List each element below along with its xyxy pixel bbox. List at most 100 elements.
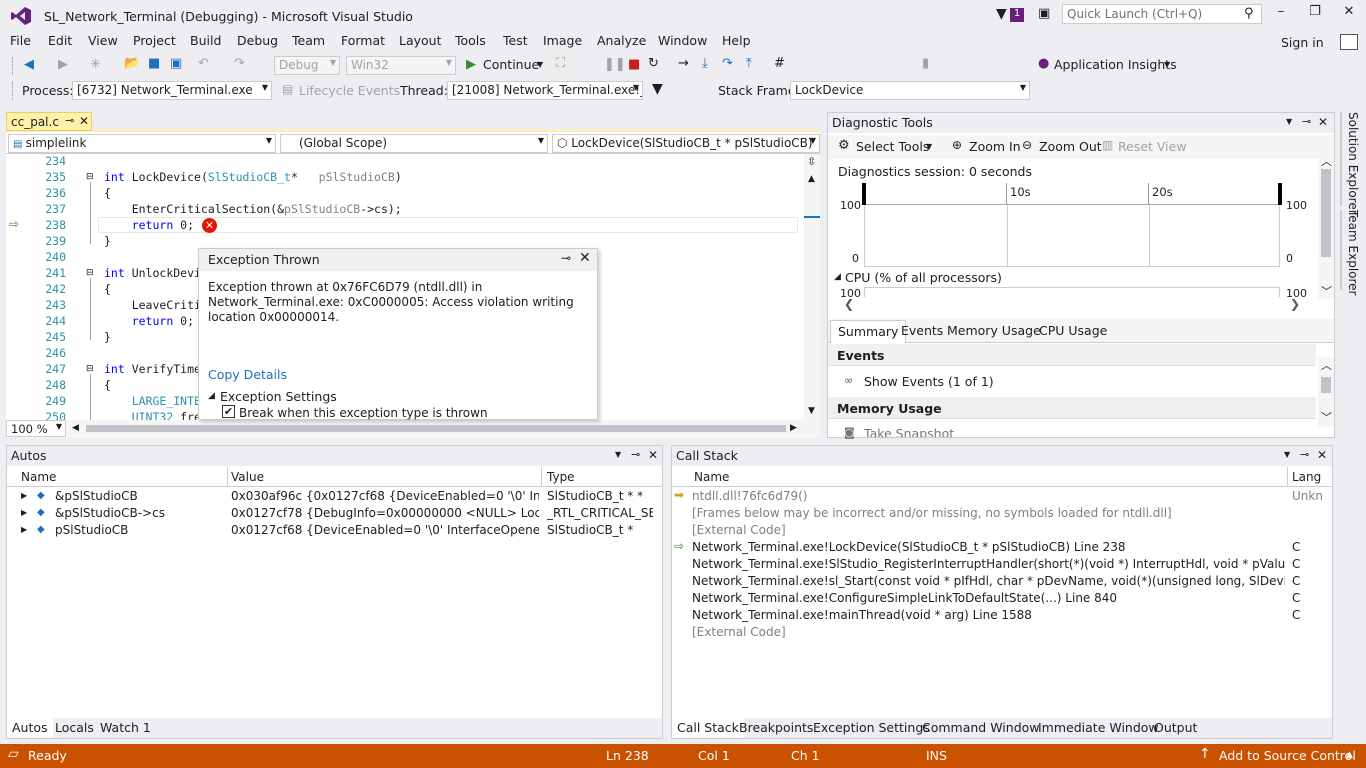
thread-filter-icon[interactable]: ▼ [652, 81, 663, 97]
variable-value[interactable]: 0x030af96c {0x0127cf68 {DeviceEnabled=0 … [231, 489, 539, 503]
close-icon[interactable]: ✕ [1317, 448, 1327, 462]
continue-dropdown-icon[interactable]: ▼ [537, 60, 543, 69]
expand-arrow-icon[interactable]: ▶ [21, 525, 27, 534]
break-checkbox[interactable]: ✔ [222, 405, 235, 418]
feedback-icon[interactable]: ▣ [1038, 6, 1050, 21]
menu-analyze[interactable]: Analyze [597, 33, 646, 48]
horizontal-scroll-thumb[interactable] [86, 425, 786, 432]
lifecycle-events-button[interactable]: Lifecycle Events [299, 83, 400, 98]
notification-badge[interactable]: 1 [1010, 8, 1024, 22]
scroll-up-icon[interactable]: ▲ [808, 174, 815, 184]
tab-call-stack[interactable]: Call Stack [672, 718, 744, 738]
call-stack-frame[interactable]: Network_Terminal.exe!mainThread(void * a… [672, 607, 1332, 624]
scroll-up-icon[interactable]: ︿ [1321, 357, 1332, 373]
tab-breakpoints[interactable]: Breakpoints [739, 720, 813, 735]
call-stack-frame[interactable]: [Frames below may be incorrect and/or mi… [672, 505, 1332, 522]
copy-details-link[interactable]: Copy Details [208, 367, 287, 382]
diag-top-scrollbar[interactable]: ︿ ﹀ [1318, 153, 1334, 299]
call-stack-frame[interactable]: Network_Terminal.exe!sl_Start(const void… [672, 573, 1332, 590]
call-stack-frame[interactable]: Network_Terminal.exe!ConfigureSimpleLink… [672, 590, 1332, 607]
pin-icon[interactable]: ⊸ [631, 448, 640, 461]
close-icon[interactable]: ✕ [579, 250, 591, 266]
timeline-scroll-left-icon[interactable]: ❮ [844, 297, 854, 311]
document-tab[interactable]: cc_pal.c ⊸ ✕ [6, 112, 92, 131]
call-stack-frame[interactable]: Network_Terminal.exe!SlStudio_RegisterIn… [672, 556, 1332, 573]
panel-menu-icon[interactable]: ▼ [615, 450, 621, 459]
scroll-thumb[interactable] [1321, 377, 1331, 393]
scroll-thumb[interactable] [1321, 169, 1331, 257]
quick-launch-input[interactable]: Quick Launch (Ctrl+Q) [1062, 4, 1262, 24]
scroll-right-icon[interactable]: ▶ [790, 423, 797, 433]
menu-edit[interactable]: Edit [48, 33, 72, 48]
menu-layout[interactable]: Layout [399, 33, 442, 48]
team-explorer-side-tab[interactable]: Team Explorer [1340, 210, 1360, 296]
restart-icon[interactable]: ↻ [648, 56, 659, 71]
column-type[interactable]: Type [547, 470, 575, 484]
call-stack-frame[interactable]: [External Code] [672, 624, 1332, 641]
scroll-left-icon[interactable]: ◀ [72, 423, 79, 433]
scroll-down-icon[interactable]: ▼ [808, 406, 815, 416]
bookmark-icon[interactable]: ▮ [922, 56, 929, 71]
project-select[interactable]: ▤ simplelink ▼ [8, 134, 276, 153]
collapse-icon[interactable]: ⊟ [86, 268, 94, 278]
process-select[interactable]: [6732] Network_Terminal.exe ▼ [72, 81, 272, 100]
redo-icon[interactable]: ↷ [234, 56, 245, 71]
break-all-icon[interactable]: ❚❚ [604, 57, 626, 72]
chevron-up-icon[interactable]: ▲ [1346, 750, 1353, 760]
autos-row[interactable]: ▶ ◆ &pSlStudioCB 0x030af96c {0x0127cf68 {De… [7, 488, 662, 505]
tab-exception-settings[interactable]: Exception Settings [813, 720, 930, 735]
diag-bottom-scrollbar[interactable]: ︿ ﹀ [1318, 357, 1334, 427]
lifecycle-icon[interactable]: ▤ [282, 82, 293, 96]
tab-output[interactable]: Output [1154, 720, 1197, 735]
tab-command-window[interactable]: Command Window [922, 720, 1040, 735]
column-language[interactable]: Lang [1292, 470, 1330, 484]
take-snapshot-button[interactable]: Take Snapshot [864, 426, 954, 437]
account-icon[interactable] [1340, 34, 1358, 50]
expand-arrow-icon[interactable]: ▶ [21, 508, 27, 517]
call-stack-frame[interactable]: [External Code] [672, 522, 1332, 539]
application-insights-button[interactable]: Application Insights [1054, 57, 1177, 72]
back-icon[interactable]: ◀ [24, 57, 34, 72]
app-insights-dropdown-icon[interactable]: ▼ [1164, 60, 1170, 69]
pin-icon[interactable]: ⊸ [1302, 115, 1311, 128]
collapse-icon[interactable]: ⊟ [86, 172, 94, 182]
zoom-in-button[interactable]: Zoom In [969, 139, 1021, 154]
call-stack-frame[interactable]: ⇨ Network_Terminal.exe!LockDevice(SlStudi… [672, 539, 1332, 556]
save-all-icon[interactable]: ▣ [170, 56, 182, 71]
editor-vertical-scrollbar[interactable] [804, 154, 820, 420]
close-button[interactable]: ✕ [1336, 4, 1362, 24]
attach-icon[interactable]: ⛶ [556, 56, 565, 71]
variable-value[interactable]: 0x0127cf78 {DebugInfo=0x00000000 <NULL> … [231, 506, 539, 520]
maximize-button[interactable]: ❐ [1302, 4, 1328, 24]
tab-watch-1[interactable]: Watch 1 [100, 720, 151, 735]
expand-triangle-icon[interactable]: ◢ [208, 391, 215, 401]
variable-value[interactable]: 0x0127cf68 {DeviceEnabled=0 '\0' Interfa… [231, 523, 539, 537]
forward-icon[interactable]: ▶ [58, 57, 68, 72]
stop-icon[interactable]: ■ [628, 57, 640, 72]
thread-select[interactable]: [21008] Network_Terminal.exe!_ma▼ [447, 81, 643, 100]
scope-select[interactable]: (Global Scope) ▼ [280, 134, 548, 153]
close-icon[interactable]: ✕ [648, 448, 658, 462]
step-into-icon[interactable]: ⤓ [702, 56, 708, 71]
menu-image[interactable]: Image [543, 33, 582, 48]
tab-cpu-usage[interactable]: CPU Usage [1039, 323, 1107, 338]
menu-project[interactable]: Project [133, 33, 176, 48]
timeline-scroll-right-icon[interactable]: ❯ [1290, 297, 1300, 311]
zoom-out-button[interactable]: Zoom Out [1039, 139, 1102, 154]
menu-tools[interactable]: Tools [455, 33, 486, 48]
solution-platform-select[interactable]: Win32 ▼ [346, 56, 456, 75]
menu-format[interactable]: Format [341, 33, 385, 48]
step-out-icon[interactable]: ⤒ [746, 56, 752, 71]
reset-view-button[interactable]: Reset View [1118, 139, 1187, 154]
column-value[interactable]: Value [231, 470, 264, 484]
minimize-button[interactable]: – [1268, 4, 1294, 24]
stack-frame-select[interactable]: LockDevice ▼ [790, 81, 1030, 100]
call-stack-frame[interactable]: ➡ ntdll.dll!76fc6d79() Unkn [672, 488, 1332, 505]
menu-file[interactable]: File [10, 33, 31, 48]
panel-menu-icon[interactable]: ▼ [1286, 117, 1292, 126]
menu-view[interactable]: View [88, 33, 118, 48]
zoom-select[interactable]: 100 % ▼ [6, 420, 66, 437]
select-tools-button[interactable]: Select Tools [856, 139, 929, 154]
expand-arrow-icon[interactable]: ▶ [21, 491, 27, 500]
panel-menu-icon[interactable]: ▼ [1284, 450, 1290, 459]
